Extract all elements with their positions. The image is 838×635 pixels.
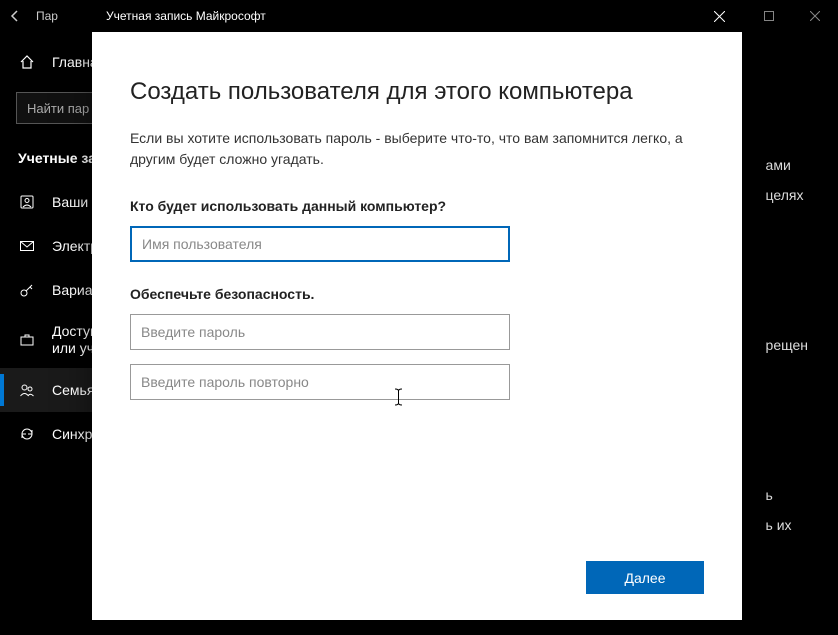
dialog-close-button[interactable] <box>696 0 742 32</box>
username-field[interactable] <box>130 226 510 262</box>
back-icon[interactable] <box>8 9 36 23</box>
microsoft-account-dialog: Учетная запись Майкрософт Создать пользо… <box>92 0 742 620</box>
dialog-footer: Далее <box>92 543 742 620</box>
mail-icon <box>18 237 36 255</box>
background-content-fragments: ами целях рещен ь ь их <box>766 150 808 540</box>
sidebar-item-label: Семья <box>52 382 94 398</box>
home-icon <box>18 53 36 71</box>
close-button[interactable] <box>792 0 838 32</box>
people-icon <box>18 381 36 399</box>
search-placeholder: Найти пар <box>27 101 89 116</box>
sync-icon <box>18 425 36 443</box>
briefcase-icon <box>18 331 36 349</box>
username-question: Кто будет использовать данный компьютер? <box>130 198 704 214</box>
next-button[interactable]: Далее <box>586 561 704 594</box>
password-field[interactable] <box>130 314 510 350</box>
sidebar-home-label: Главна <box>52 54 98 70</box>
password-repeat-field[interactable] <box>130 364 510 400</box>
dialog-titlebar: Учетная запись Майкрософт <box>92 0 742 32</box>
dialog-title: Учетная запись Майкрософт <box>106 9 266 23</box>
key-icon <box>18 281 36 299</box>
maximize-button[interactable] <box>746 0 792 32</box>
dialog-heading: Создать пользователя для этого компьютер… <box>130 78 704 106</box>
sidebar-item-label: Доступ или уч <box>52 323 98 357</box>
dialog-description: Если вы хотите использовать пароль - выб… <box>130 128 704 170</box>
dialog-body: Создать пользователя для этого компьютер… <box>92 32 742 543</box>
security-label: Обеспечьте безопасность. <box>130 286 704 302</box>
person-icon <box>18 193 36 211</box>
settings-title: Пар <box>36 9 58 23</box>
